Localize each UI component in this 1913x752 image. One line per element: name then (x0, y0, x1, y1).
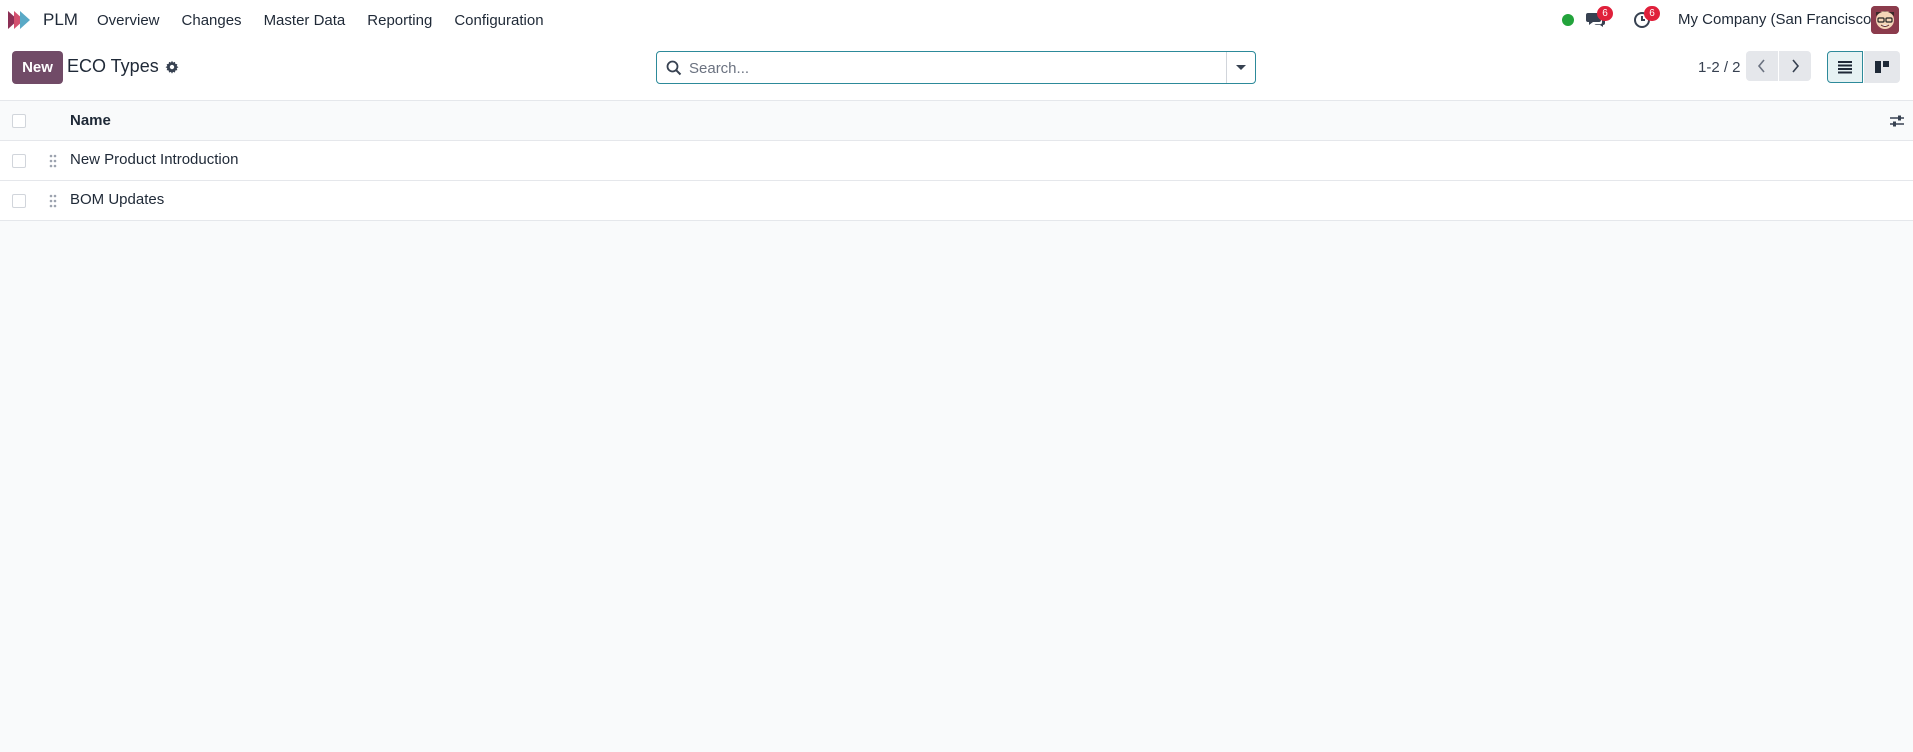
column-header-name[interactable]: Name (70, 112, 111, 129)
avatar-face-icon (1871, 6, 1899, 34)
menu-reporting[interactable]: Reporting (367, 12, 432, 29)
page-title: ECO Types (67, 56, 159, 76)
plm-app-icon[interactable] (8, 11, 36, 29)
chevron-right-icon (1792, 59, 1800, 73)
row-name[interactable]: New Product Introduction (70, 151, 238, 168)
activities-button[interactable]: 6 (1633, 6, 1660, 30)
menu-changes[interactable]: Changes (182, 12, 242, 29)
status-indicator (1562, 14, 1574, 26)
drag-handle-icon[interactable] (48, 194, 58, 208)
gear-icon[interactable] (165, 60, 179, 74)
kanban-view-icon (1875, 61, 1889, 73)
top-navbar: PLM Overview Changes Master Data Reporti… (0, 0, 1913, 40)
list-view-icon (1838, 61, 1852, 74)
sliders-icon[interactable] (1889, 113, 1905, 129)
table-row[interactable]: New Product Introduction (0, 141, 1913, 181)
breadcrumb: ECO Types (67, 56, 179, 77)
chevron-left-icon (1757, 59, 1765, 73)
messages-badge: 6 (1597, 6, 1613, 21)
pager-value[interactable]: 1-2 / 2 (1698, 59, 1741, 76)
pager-next-button[interactable] (1779, 51, 1811, 81)
search-icon (666, 60, 682, 76)
table-row[interactable]: BOM Updates (0, 181, 1913, 221)
row-checkbox[interactable] (12, 194, 26, 208)
menu-master-data[interactable]: Master Data (264, 12, 346, 29)
list-view-button[interactable] (1827, 51, 1863, 83)
kanban-view-button[interactable] (1864, 51, 1900, 83)
drag-handle-icon[interactable] (48, 154, 58, 168)
control-panel: New ECO Types 1-2 / 2 (0, 40, 1913, 101)
row-checkbox[interactable] (12, 154, 26, 168)
select-all-checkbox[interactable] (12, 114, 26, 128)
search-options-toggle[interactable] (1226, 52, 1255, 83)
company-switcher[interactable]: My Company (San Francisco) (1678, 11, 1876, 28)
user-avatar[interactable] (1871, 6, 1899, 34)
app-name[interactable]: PLM (43, 10, 78, 30)
caret-down-icon (1236, 65, 1246, 70)
menu-overview[interactable]: Overview (97, 12, 160, 29)
activities-badge: 6 (1644, 6, 1660, 21)
menu-configuration[interactable]: Configuration (454, 12, 543, 29)
main-menu: Overview Changes Master Data Reporting C… (97, 0, 566, 40)
pager-previous-button[interactable] (1746, 51, 1778, 81)
search-input[interactable] (689, 56, 1209, 80)
list-header: Name (0, 101, 1913, 141)
search-bar (656, 51, 1256, 84)
new-button[interactable]: New (12, 51, 63, 84)
row-name[interactable]: BOM Updates (70, 191, 164, 208)
messages-button[interactable]: 6 (1586, 6, 1613, 30)
